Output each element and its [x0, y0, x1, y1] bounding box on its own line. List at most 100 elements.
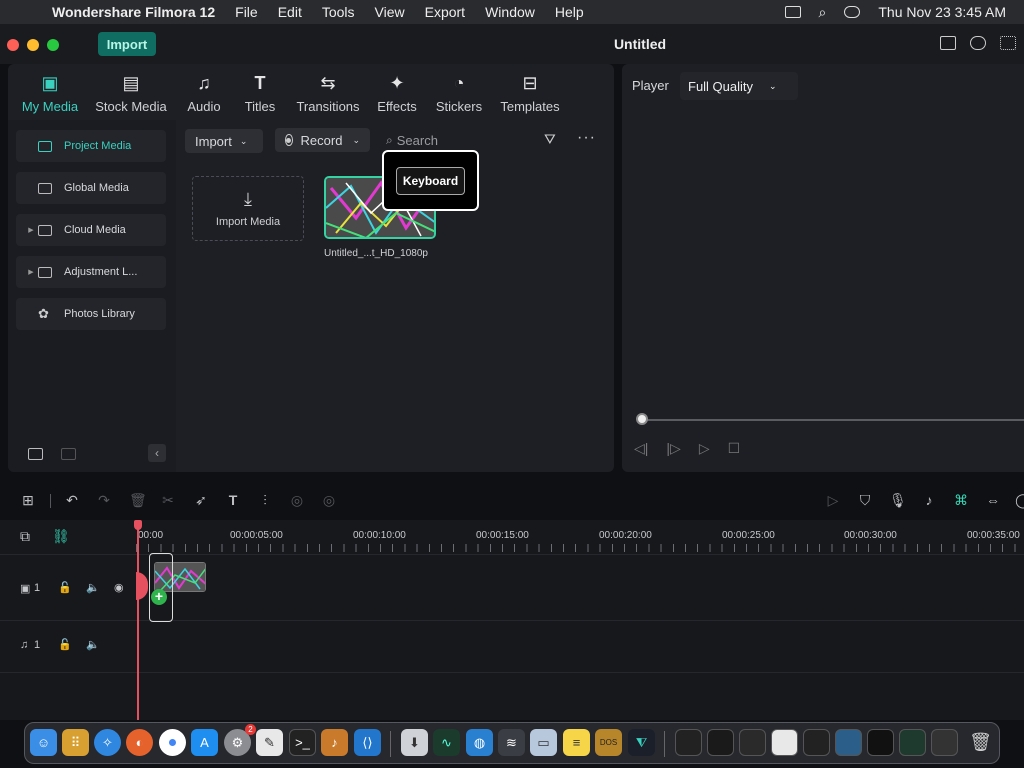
app-menu-name[interactable]: Wondershare Filmora 12 [52, 4, 215, 20]
new-smart-folder-icon[interactable] [61, 448, 76, 460]
audio-waveform-icon[interactable]: ≋ [498, 729, 525, 756]
marker-icon[interactable]: ⛉ [857, 492, 873, 508]
tab-effects[interactable]: ✦ Effects [372, 64, 422, 120]
tab-audio[interactable]: ♫ Audio [180, 64, 228, 120]
tab-stickers[interactable]: ◔ Stickers [432, 64, 486, 120]
filmora-icon[interactable]: ⧨ [628, 729, 655, 756]
dosbox-icon[interactable]: DOS [595, 729, 622, 756]
menubar-clock[interactable]: Thu Nov 23 3:45 AM [878, 4, 1006, 20]
chrome-icon[interactable] [159, 729, 186, 756]
menu-tools[interactable]: Tools [322, 4, 355, 20]
sidebar-item-project-media[interactable]: Project Media [16, 130, 166, 162]
safari-icon[interactable]: ✧ [94, 729, 121, 756]
speaker-icon[interactable]: 🔈 [86, 638, 100, 651]
screen-mirroring-icon[interactable] [784, 6, 801, 18]
timeline-playhead[interactable] [137, 521, 139, 720]
launchpad-icon[interactable]: ⠿ [62, 729, 89, 756]
firefox-icon[interactable]: ◐ [126, 729, 153, 756]
sidebar-item-global-media[interactable]: Global Media [16, 172, 166, 204]
network-utility-icon[interactable]: ◍ [466, 729, 493, 756]
minimized-window-icon[interactable] [803, 729, 830, 756]
menu-view[interactable]: View [375, 4, 405, 20]
next-frame-icon[interactable]: |▷ [666, 440, 680, 457]
layout-switch-icon[interactable]: ⊞ [20, 492, 36, 508]
trash-icon[interactable]: 🗑 [967, 729, 994, 756]
minimized-window-icon[interactable] [771, 729, 798, 756]
activity-monitor-icon[interactable]: ∿ [433, 729, 460, 756]
tab-my-media[interactable]: ▣ My Media [18, 64, 82, 120]
new-folder-icon[interactable] [28, 448, 43, 460]
sidebar-item-adjustment-layer[interactable]: ▶ Adjustment L... [16, 256, 166, 288]
player-progress-bar[interactable] [642, 419, 1024, 421]
minimized-window-icon[interactable] [835, 729, 862, 756]
expand-arrow-icon[interactable]: ▶ [24, 226, 38, 234]
collapse-sidebar-icon[interactable]: ‹ [148, 444, 166, 462]
notes-icon[interactable]: ≡ [563, 729, 590, 756]
import-media-tile[interactable]: ⤓ Import Media [192, 176, 304, 241]
record-dropdown[interactable]: Record ⌄ [275, 128, 370, 152]
import-dropdown[interactable]: Import ⌄ [185, 129, 263, 153]
previous-frame-icon[interactable]: ◁| [634, 440, 648, 457]
snap-magnet-icon[interactable]: ⌘ [953, 492, 969, 508]
menu-window[interactable]: Window [485, 4, 535, 20]
spotlight-search-icon[interactable]: ⌕ [819, 4, 827, 21]
app-store-icon[interactable]: A [191, 729, 218, 756]
text-tool-icon[interactable]: T [225, 492, 241, 508]
text-to-speech-icon[interactable]: ◎ [321, 492, 337, 508]
fit-timeline-icon[interactable]: ⇔ [985, 492, 1001, 508]
menu-edit[interactable]: Edit [278, 4, 302, 20]
expand-arrow-icon[interactable]: ▶ [24, 268, 38, 276]
lock-icon[interactable]: 🔓 [58, 581, 72, 594]
player-quality-dropdown[interactable]: Full Quality ⌄ [680, 72, 798, 100]
adjust-sliders-icon[interactable]: ⫶ [257, 492, 273, 508]
minimized-window-icon[interactable] [931, 729, 958, 756]
lock-icon[interactable]: 🔓 [58, 638, 72, 651]
textedit-icon[interactable]: ✎ [256, 729, 283, 756]
media-search-input[interactable]: ⌕ Search [386, 130, 536, 150]
sidebar-item-photos-library[interactable]: ✿ Photos Library [16, 298, 166, 330]
render-preview-icon[interactable]: ▷ [825, 492, 841, 508]
preview-icon[interactable]: ▭ [530, 729, 557, 756]
zoom-icon[interactable]: ◯ [1015, 492, 1024, 508]
finder-icon[interactable]: ☺ [30, 729, 57, 756]
tab-transitions[interactable]: ⇆ Transitions [292, 64, 364, 120]
undo-icon[interactable]: ↶ [64, 492, 80, 508]
redo-icon[interactable]: ↷ [96, 492, 112, 508]
menu-export[interactable]: Export [425, 4, 465, 20]
grid-apps-icon[interactable] [1000, 36, 1016, 50]
eye-visibility-icon[interactable]: ◉ [114, 581, 124, 594]
tab-templates[interactable]: ⊟ Templates [496, 64, 564, 120]
cloud-upload-icon[interactable] [970, 36, 986, 50]
menu-help[interactable]: Help [555, 4, 584, 20]
play-icon[interactable]: ▷ [699, 440, 710, 457]
microphone-icon[interactable]: 🎙 [889, 492, 907, 508]
terminal-icon[interactable]: >_ [289, 729, 316, 756]
audio-icon[interactable]: ◎ [289, 492, 305, 508]
audio-mix-icon[interactable]: ♪ [921, 492, 937, 508]
sidebar-item-cloud-media[interactable]: ▶ Cloud Media [16, 214, 166, 246]
minimized-window-icon[interactable] [707, 729, 734, 756]
timeline-ruler[interactable]: 00:00 00:00:05:00 00:00:10:00 00:00:15:0… [136, 520, 1024, 554]
player-progress-knob[interactable] [636, 413, 648, 425]
select-arrow-icon[interactable]: ➶ [193, 492, 209, 508]
filter-icon[interactable]: ⛛ [544, 131, 556, 148]
menu-file[interactable]: File [235, 4, 258, 20]
playhead-handle[interactable] [134, 520, 142, 530]
vscode-icon[interactable]: ⟨⟩ [354, 729, 381, 756]
layout-icon[interactable] [940, 36, 956, 50]
minimized-window-icon[interactable] [867, 729, 894, 756]
add-track-icon[interactable]: ⧉ [20, 528, 30, 545]
system-settings-icon[interactable]: ⚙ 2 [224, 724, 256, 756]
link-icon[interactable]: ⛓ [52, 528, 70, 545]
speaker-icon[interactable]: 🔈 [86, 581, 100, 594]
more-options-icon[interactable]: ··· [577, 129, 596, 147]
split-scissors-icon[interactable]: ✂ [160, 492, 176, 508]
instruments-guitar-icon[interactable]: ♪ [321, 729, 348, 756]
installer-icon[interactable]: ⬇ [401, 729, 428, 756]
tab-titles[interactable]: T Titles [236, 64, 284, 120]
minimized-window-icon[interactable] [739, 729, 766, 756]
control-center-icon[interactable] [844, 6, 861, 18]
tab-stock-media[interactable]: ▤ Stock Media [92, 64, 170, 120]
minimized-window-icon[interactable] [899, 729, 926, 756]
stop-icon[interactable]: ☐ [728, 440, 741, 457]
